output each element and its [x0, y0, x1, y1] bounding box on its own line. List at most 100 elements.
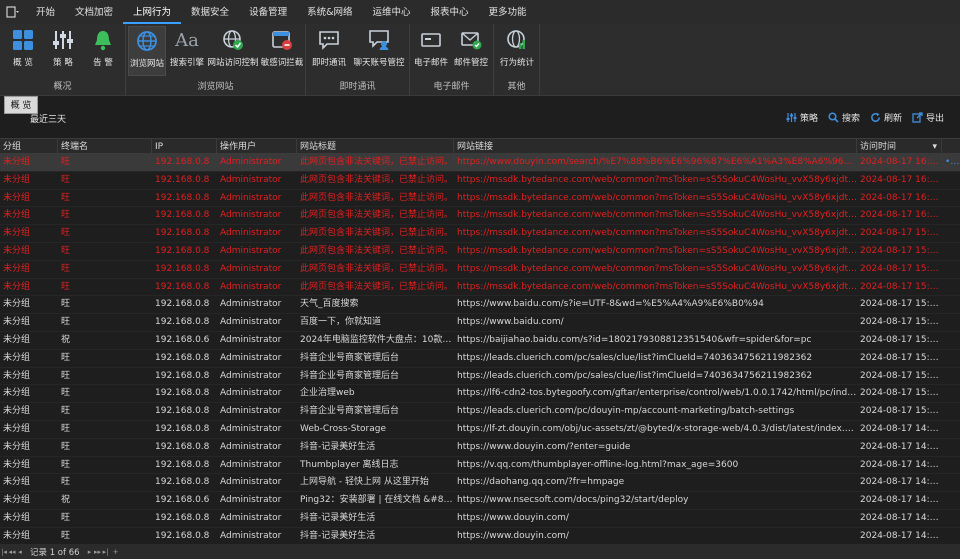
- website-access-control-button[interactable]: 网站访问控制: [208, 26, 259, 76]
- table-row[interactable]: 未分组 旺 192.168.0.8 Administrator 抖音-记录美好生活 htt…: [0, 528, 960, 544]
- table-row[interactable]: 未分组 旺 192.168.0.8 Administrator 天气_百度搜索 https…: [0, 296, 960, 315]
- export-tool-button[interactable]: 导出: [912, 111, 944, 124]
- cell-extra: [942, 510, 960, 528]
- cell-terminal: 旺: [61, 299, 71, 310]
- instant-messaging-button[interactable]: 即时通讯: [310, 26, 348, 76]
- menu-item-8[interactable]: 更多功能: [479, 0, 537, 24]
- cell-extra: [942, 421, 960, 439]
- cell-ip: 192.168.0.8: [155, 299, 210, 310]
- table-row[interactable]: 未分组 旺 192.168.0.8 Administrator 抖音-记录美好生活 htt…: [0, 439, 960, 457]
- menu-item-4[interactable]: 设备管理: [239, 0, 297, 24]
- cell-extra: [942, 243, 960, 261]
- refresh-tool-button[interactable]: 刷新: [870, 111, 902, 124]
- next-page-icon[interactable]: ▸: [86, 548, 94, 556]
- menu-item-3[interactable]: 数据安全: [181, 0, 239, 24]
- refresh-icon: [871, 112, 880, 122]
- cell-group: 未分组: [3, 174, 31, 185]
- menu-item-0[interactable]: 开始: [26, 0, 65, 24]
- menu-item-1[interactable]: 文档加密: [65, 0, 123, 24]
- column-header-user[interactable]: 操作用户: [217, 139, 297, 155]
- chat-account-control-button[interactable]: 聊天账号管控: [352, 26, 406, 76]
- cell-group: 未分组: [3, 299, 31, 310]
- last-page-icon[interactable]: ▸|: [102, 548, 110, 556]
- column-header-title[interactable]: 网站标题: [297, 139, 454, 155]
- browse-websites-button[interactable]: 浏览网站: [128, 26, 166, 76]
- table-toolbar: 策略 搜索 刷新 导出: [786, 111, 944, 124]
- table-row[interactable]: 未分组 祝 192.168.0.6 Administrator Ping32：安装部署 …: [0, 492, 960, 510]
- table-row[interactable]: 未分组 旺 192.168.0.8 Administrator 此网页包含非法关键词，已…: [0, 225, 960, 243]
- menu-item-5[interactable]: 系统&网络: [297, 0, 362, 24]
- table-row[interactable]: 未分组 旺 192.168.0.8 Administrator 抖音企业号商家管理后台 h…: [0, 403, 960, 421]
- add-icon[interactable]: +: [110, 548, 122, 556]
- cell-title: 抖音-记录美好生活: [300, 441, 376, 452]
- search-tool-button[interactable]: 搜索: [828, 111, 860, 124]
- mail-check-icon: [459, 28, 483, 52]
- cell-url: https://leads.cluerich.com/pc/douyin-mp/…: [457, 406, 795, 417]
- table-row[interactable]: 未分组 旺 192.168.0.8 Administrator 此网页包含非法关键词，已…: [0, 243, 960, 261]
- more-options-icon[interactable]: •••: [942, 154, 960, 172]
- overview-button[interactable]: 概 览: [4, 26, 42, 76]
- cell-time: 2024-08-17 15:05:11: [860, 370, 942, 381]
- cell-group: 未分组: [3, 210, 31, 221]
- sensitive-word-block-button[interactable]: 敏感词拦截: [260, 26, 304, 76]
- table-row[interactable]: 未分组 旺 192.168.0.8 Administrator 此网页包含非法关键词，已…: [0, 261, 960, 279]
- cell-title: Thumbplayer 离线日志: [300, 459, 399, 470]
- column-header-url[interactable]: 网站链接: [454, 139, 857, 155]
- column-header-group[interactable]: 分组: [0, 139, 58, 155]
- email-control-button[interactable]: 邮件管控: [452, 26, 490, 76]
- cell-extra: [942, 492, 960, 510]
- table-row[interactable]: 未分组 旺 192.168.0.8 Administrator 上网导航 - 轻快上网 …: [0, 474, 960, 493]
- cell-group: 未分组: [3, 317, 31, 328]
- calendar-block-icon: [270, 28, 294, 52]
- cell-terminal: 旺: [61, 370, 71, 381]
- menu-item-7[interactable]: 报表中心: [421, 0, 479, 24]
- table-row[interactable]: 未分组 旺 192.168.0.8 Administrator 此网页包含非法关键词，已…: [0, 172, 960, 190]
- cell-url: https://www.douyin.com/: [457, 512, 569, 523]
- table-row[interactable]: 未分组 旺 192.168.0.8 Administrator 百度一下，你就知道 htt…: [0, 314, 960, 332]
- table-row[interactable]: 未分组 旺 192.168.0.8 Administrator 此网页包含非法关键词，已…: [0, 207, 960, 226]
- menu-item-6[interactable]: 运维中心: [363, 0, 421, 24]
- sort-dropdown-icon[interactable]: ▾: [932, 139, 937, 155]
- alert-label: 告 警: [93, 58, 113, 68]
- alert-button[interactable]: 告 警: [84, 26, 122, 76]
- column-header-terminal[interactable]: 终端名: [58, 139, 152, 155]
- first-page-icon[interactable]: |◂: [0, 548, 8, 556]
- column-header-time[interactable]: 访问时间 ▾: [857, 139, 942, 155]
- table-row[interactable]: 未分组 旺 192.168.0.8 Administrator 此网页包含非法关键词，已…: [0, 154, 960, 172]
- search-engine-button[interactable]: Aa 搜索引擎: [168, 26, 206, 76]
- cell-time: 2024-08-17 16:15:21: [860, 174, 942, 185]
- table-row[interactable]: 未分组 旺 192.168.0.8 Administrator 此网页包含非法关键词，已…: [0, 190, 960, 208]
- strategy-tool-button[interactable]: 策略: [786, 111, 818, 124]
- cell-user: Administrator: [220, 228, 282, 239]
- table-row[interactable]: 未分组 祝 192.168.0.6 Administrator 2024年电脑监控软件大…: [0, 332, 960, 350]
- table-row[interactable]: 未分组 旺 192.168.0.8 Administrator Web-Cross-St…: [0, 421, 960, 439]
- cell-title: 此网页包含非法关键词，已禁止访问。: [300, 157, 454, 167]
- prev-fast-icon[interactable]: ◂◂: [8, 548, 16, 556]
- cell-extra: [942, 368, 960, 386]
- column-header-ip[interactable]: IP: [152, 139, 217, 155]
- table-row[interactable]: 未分组 旺 192.168.0.8 Administrator 抖音企业号商家管理后台 h…: [0, 350, 960, 368]
- cell-title: Web-Cross-Storage: [300, 423, 387, 434]
- next-fast-icon[interactable]: ▸▸: [94, 548, 102, 556]
- prev-page-icon[interactable]: ◂: [16, 548, 24, 556]
- cell-title: 此网页包含非法关键词，已禁止访问。: [300, 281, 454, 292]
- menu-bar: 开始 文档加密 上网行为 数据安全 设备管理 系统&网络 运维中心 报表中心 更多功能: [0, 0, 960, 24]
- cell-group: 未分组: [3, 495, 31, 506]
- table-row[interactable]: 未分组 旺 192.168.0.8 Administrator Thumbplayer …: [0, 457, 960, 475]
- cell-terminal: 旺: [61, 157, 71, 167]
- menu-item-2[interactable]: 上网行为: [123, 0, 182, 24]
- strategy-button[interactable]: 策 略: [44, 26, 82, 76]
- table-row[interactable]: 未分组 旺 192.168.0.8 Administrator 此网页包含非法关键词，已…: [0, 279, 960, 297]
- ribbon-group-caption: 浏览网站: [197, 82, 234, 92]
- behavior-statistics-button[interactable]: 行为统计: [498, 26, 536, 76]
- email-button[interactable]: 电子邮件: [412, 26, 450, 76]
- cell-ip: 192.168.0.8: [155, 281, 210, 292]
- table-row[interactable]: 未分组 旺 192.168.0.8 Administrator 抖音企业号商家管理后台 h…: [0, 368, 960, 386]
- app-menu-icon[interactable]: [0, 0, 26, 24]
- cell-time: 2024-08-17 15:04:44: [860, 388, 942, 399]
- cell-terminal: 旺: [61, 530, 71, 541]
- cell-ip: 192.168.0.6: [155, 495, 210, 506]
- table-row[interactable]: 未分组 旺 192.168.0.8 Administrator 抖音-记录美好生活 htt…: [0, 510, 960, 528]
- cell-terminal: 旺: [61, 406, 71, 417]
- table-row[interactable]: 未分组 旺 192.168.0.8 Administrator 企业治理web https…: [0, 385, 960, 404]
